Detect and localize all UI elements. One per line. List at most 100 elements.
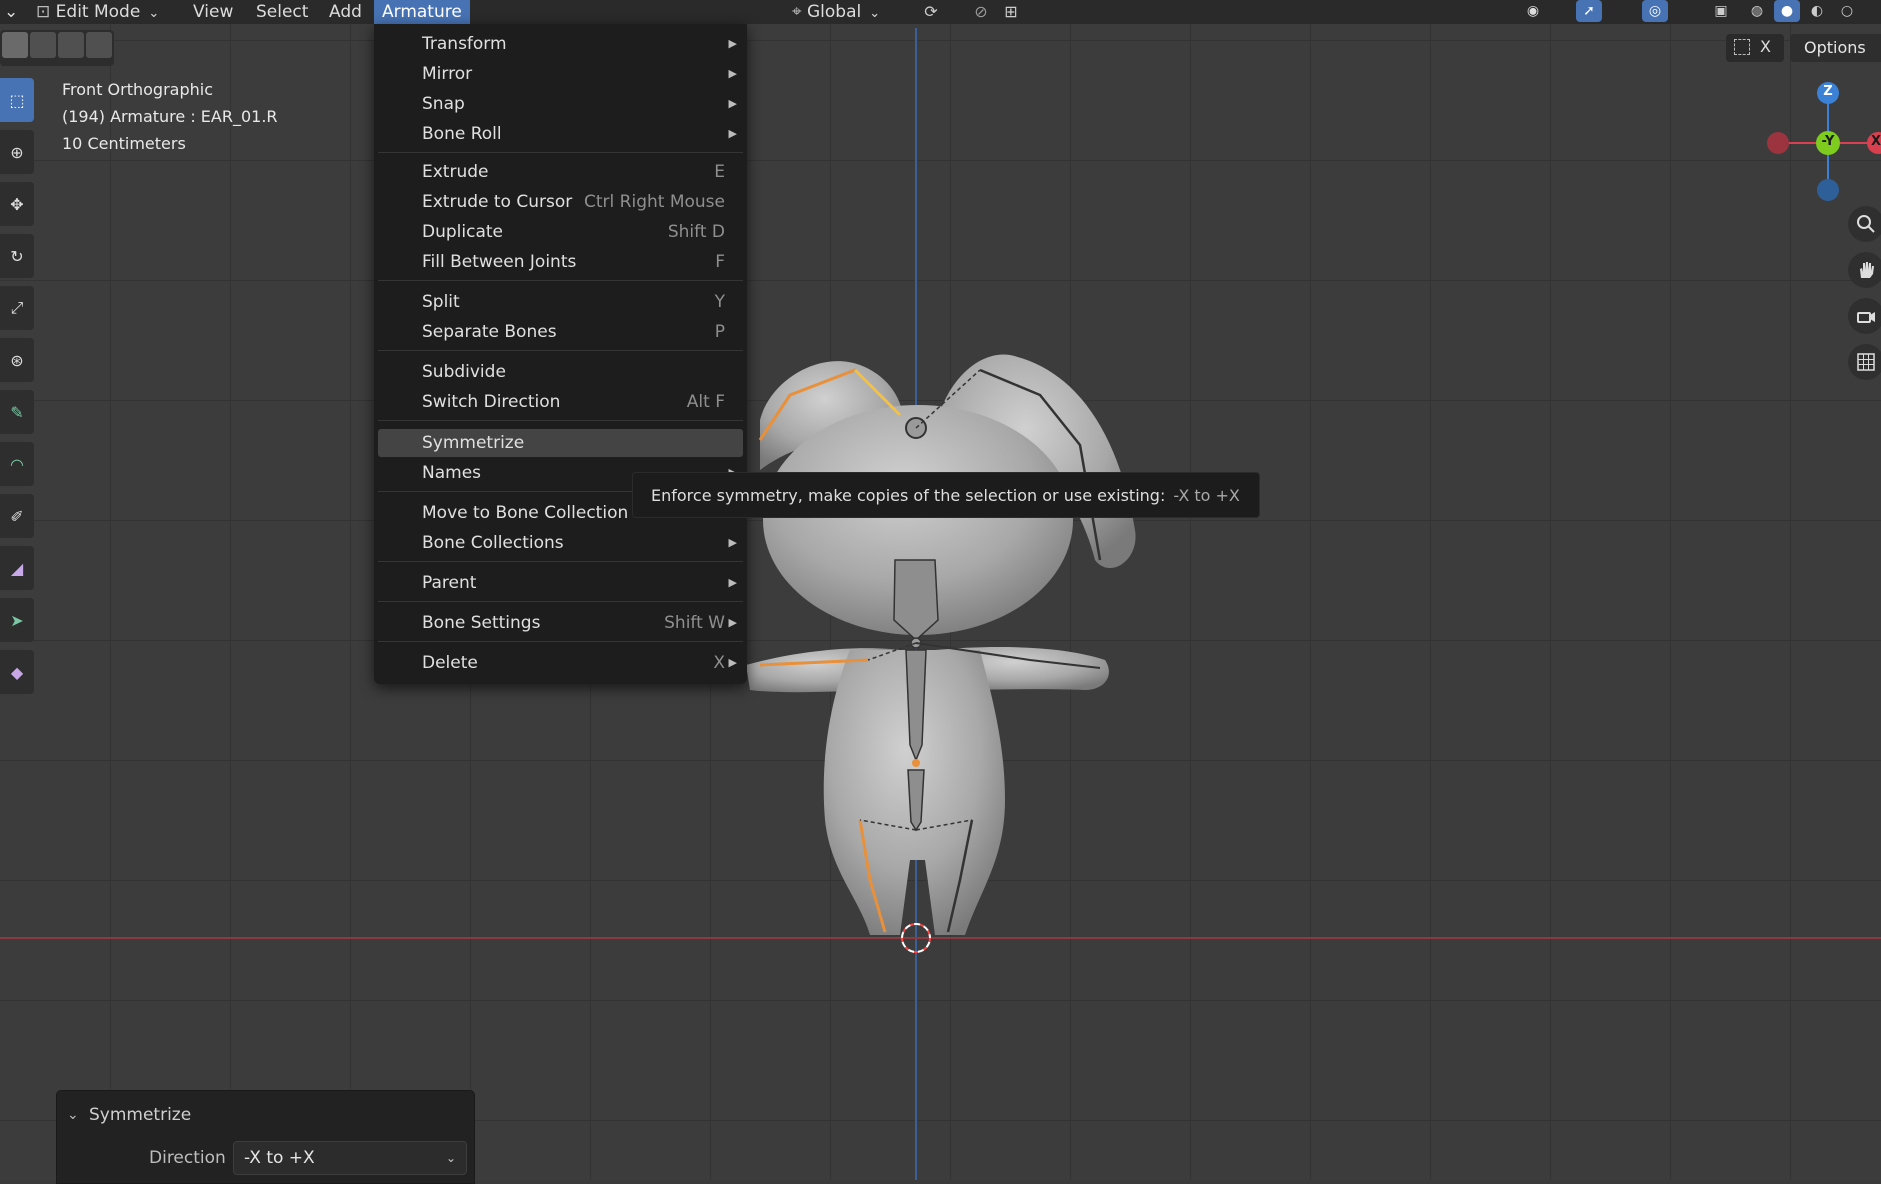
material-shading-icon[interactable]: ◐ xyxy=(1804,0,1830,22)
tooltip-hint: -X to +X xyxy=(1173,486,1240,505)
bone-size-tool-icon[interactable]: ◢ xyxy=(0,546,34,590)
menu-armature[interactable]: Armature xyxy=(374,0,470,24)
snap-icon[interactable]: ⊘ xyxy=(968,0,994,22)
menu-item-extrude-to-cursor[interactable]: Extrude to Cursor Ctrl Right Mouse xyxy=(378,188,743,216)
transform-tool-icon[interactable]: ⊛ xyxy=(0,338,34,382)
select-mode-intersect-icon[interactable] xyxy=(86,32,112,58)
gizmo-show-icon[interactable]: ➚ xyxy=(1576,0,1602,22)
shortcut-label: F xyxy=(715,252,725,272)
bunny-character-model[interactable] xyxy=(0,0,1881,1180)
cursor-tool-icon[interactable]: ⊕ xyxy=(0,130,34,174)
mode-label: Edit Mode xyxy=(55,2,141,22)
gizmo-toggle[interactable]: X xyxy=(1726,34,1784,62)
direction-value: -X to +X xyxy=(244,1148,315,1168)
menu-item-label: Separate Bones xyxy=(422,322,557,342)
chevron-down-icon: ⌄ xyxy=(148,6,160,21)
solid-shading-icon[interactable]: ● xyxy=(1774,0,1800,22)
active-object-info: (194) Armature : EAR_01.R xyxy=(62,107,278,126)
menu-item-label: Mirror xyxy=(422,64,473,84)
editor-type-chevron-icon[interactable]: ⌄ xyxy=(4,0,18,24)
shortcut-label: P xyxy=(714,322,725,342)
adjust-last-operation-panel: ⌄ Symmetrize Direction -X to +X ⌄ xyxy=(56,1090,475,1184)
zoom-icon[interactable] xyxy=(1848,206,1881,242)
options-button[interactable]: Options xyxy=(1790,34,1881,62)
shortcut-label: Ctrl Right Mouse xyxy=(584,192,725,212)
extrude-tool-icon[interactable]: ➤ xyxy=(0,598,34,642)
menu-item-label: Extrude xyxy=(422,162,489,182)
menu-separator xyxy=(378,420,743,421)
pivot-point-icon[interactable]: ⟳ xyxy=(918,0,944,22)
menu-item-extrude[interactable]: Extrude E xyxy=(378,158,743,186)
menu-item-split[interactable]: Split Y xyxy=(378,288,743,316)
menu-item-duplicate[interactable]: Duplicate Shift D xyxy=(378,218,743,246)
menu-item-mirror[interactable]: Mirror ▶ xyxy=(378,60,743,88)
shortcut-label: Shift D xyxy=(667,222,725,242)
menu-item-transform[interactable]: Transform ▶ xyxy=(378,30,743,58)
menu-item-label: Fill Between Joints xyxy=(422,252,577,272)
menu-item-symmetrize[interactable]: Symmetrize xyxy=(378,429,743,457)
view-name: Front Orthographic xyxy=(62,80,214,99)
menu-item-switch-direction[interactable]: Switch Direction Alt F xyxy=(378,388,743,416)
camera-view-icon[interactable] xyxy=(1848,298,1881,334)
menu-item-fill-between-joints[interactable]: Fill Between Joints F xyxy=(378,248,743,276)
menu-add[interactable]: Add xyxy=(329,0,362,24)
mode-icon: ⊡ xyxy=(36,2,56,22)
symmetrize-tooltip: Enforce symmetry, make copies of the sel… xyxy=(632,472,1260,518)
shortcut-label: Shift W xyxy=(664,613,725,633)
menu-item-delete[interactable]: Delete X ▶ xyxy=(378,649,743,677)
orientation-icon: ⌖ xyxy=(792,2,807,22)
roll-tool-icon[interactable]: ✐ xyxy=(0,494,34,538)
menu-item-snap[interactable]: Snap ▶ xyxy=(378,90,743,118)
menu-item-separate-bones[interactable]: Separate Bones P xyxy=(378,318,743,346)
menu-item-bone-roll[interactable]: Bone Roll ▶ xyxy=(378,120,743,148)
shortcut-label: Y xyxy=(714,292,725,312)
gizmo-x-label: X xyxy=(1870,134,1881,149)
orientation-label: Global xyxy=(806,2,862,22)
shortcut-label: Alt F xyxy=(686,392,725,412)
menu-item-label: Bone Collections xyxy=(422,533,564,553)
select-mode-subtract-icon[interactable] xyxy=(58,32,84,58)
scale-tool-icon[interactable]: ⤢ xyxy=(0,286,34,330)
close-icon[interactable]: X xyxy=(1760,37,1771,56)
rotate-tool-icon[interactable]: ↻ xyxy=(0,234,34,278)
collapse-chevron-icon[interactable]: ⌄ xyxy=(67,1097,79,1133)
overlay-icon[interactable]: ◎ xyxy=(1642,0,1668,22)
chevron-down-icon: ⌄ xyxy=(869,6,881,21)
rendered-shading-icon[interactable]: ○ xyxy=(1834,0,1860,22)
wireframe-shading-icon[interactable]: ◍ xyxy=(1744,0,1770,22)
menu-item-bone-settings[interactable]: Bone Settings Shift W ▶ xyxy=(378,609,743,637)
bone-envelope-tool-icon[interactable]: ◆ xyxy=(0,650,34,694)
menu-item-label: Split xyxy=(422,292,460,312)
menu-item-label: Names xyxy=(422,463,482,483)
snap-target-icon[interactable]: ⊞ xyxy=(998,0,1024,22)
3d-viewport[interactable]: Front Orthographic (194) Armature : EAR_… xyxy=(0,0,1881,1180)
visibility-icon[interactable]: ◉ xyxy=(1520,0,1546,22)
menu-item-subdivide[interactable]: Subdivide xyxy=(378,358,743,386)
xray-icon[interactable]: ▣ xyxy=(1708,0,1734,22)
select-mode-extend-icon[interactable] xyxy=(30,32,56,58)
menu-select[interactable]: Select xyxy=(256,0,308,24)
pan-hand-icon[interactable] xyxy=(1848,252,1881,288)
select-mode-set-icon[interactable] xyxy=(2,32,28,58)
perspective-grid-icon[interactable] xyxy=(1848,344,1881,380)
annotate-tool-icon[interactable]: ✎ xyxy=(0,390,34,434)
submenu-arrow-icon: ▶ xyxy=(728,656,737,669)
measure-tool-icon[interactable]: ◠ xyxy=(0,442,34,486)
transform-orientation-selector[interactable]: ⌖ Global ⌄ xyxy=(792,0,880,24)
armature-menu: Transform ▶ Mirror ▶ Snap ▶ Bone Roll ▶ Extr… xyxy=(374,24,747,684)
move-tool-icon[interactable]: ✥ xyxy=(0,182,34,226)
menu-separator xyxy=(378,152,743,153)
menu-item-parent[interactable]: Parent ▶ xyxy=(378,569,743,597)
gizmo-z-label: Z xyxy=(1823,84,1833,99)
redo-panel-title[interactable]: Symmetrize xyxy=(89,1097,191,1133)
chevron-down-icon: ⌄ xyxy=(445,1151,456,1165)
direction-label: Direction xyxy=(149,1148,226,1168)
menu-view[interactable]: View xyxy=(193,0,233,24)
submenu-arrow-icon: ▶ xyxy=(728,67,737,80)
mode-selector[interactable]: ⊡ Edit Mode ⌄ xyxy=(36,0,159,24)
submenu-arrow-icon: ▶ xyxy=(728,37,737,50)
direction-dropdown[interactable]: -X to +X ⌄ xyxy=(233,1141,467,1175)
select-box-tool-icon[interactable]: ⬚ xyxy=(0,78,34,122)
menu-item-bone-collections[interactable]: Bone Collections ▶ xyxy=(378,529,743,557)
menu-item-label: Bone Roll xyxy=(422,124,502,144)
